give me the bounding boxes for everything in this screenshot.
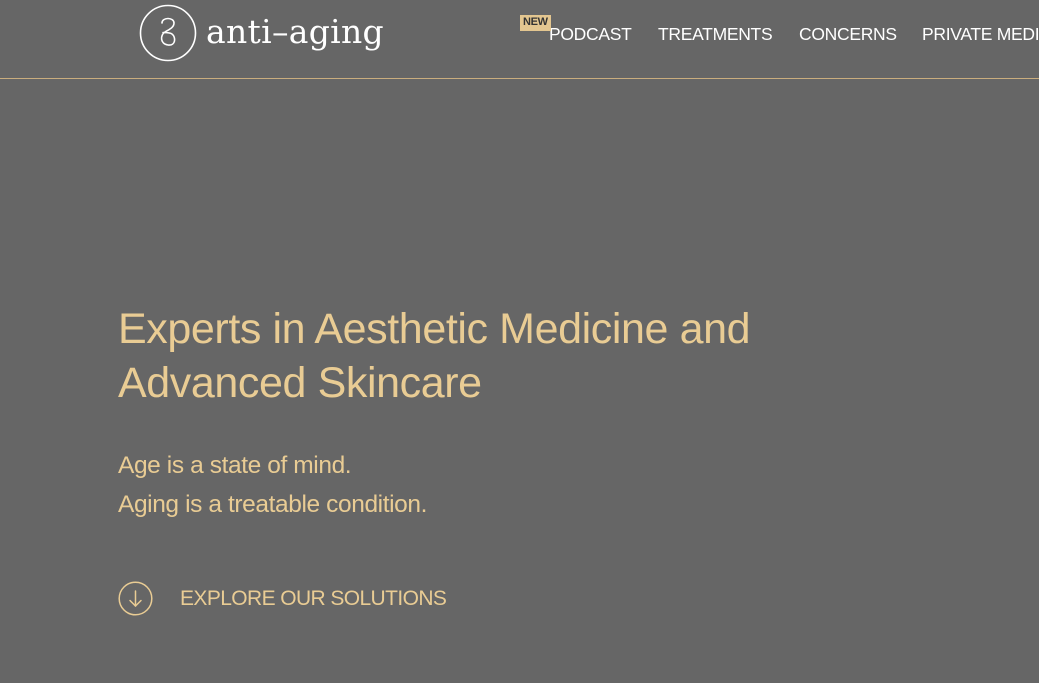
nav-item-podcast[interactable]: PODCAST bbox=[549, 24, 632, 45]
explore-solutions-label: EXPLORE OUR SOLUTIONS bbox=[180, 586, 447, 610]
logo-link[interactable]: anti–aging bbox=[139, 4, 384, 62]
hero-subtitle: Age is a state of mind. Aging is a treat… bbox=[118, 446, 427, 524]
site-header: anti–aging PODCAST TREATMENTS CONCERNS P… bbox=[0, 0, 1039, 79]
hero-subtitle-line: Age is a state of mind. bbox=[118, 452, 352, 479]
nav-item-private-medicine[interactable]: PRIVATE MEDI bbox=[922, 24, 1039, 45]
hero-subtitle-line: Aging is a treatable condition. bbox=[118, 491, 428, 518]
page: anti–aging PODCAST TREATMENTS CONCERNS P… bbox=[0, 0, 1039, 683]
nav-item-concerns[interactable]: CONCERNS bbox=[799, 24, 897, 45]
logo-mark-icon bbox=[139, 4, 197, 62]
logo-text: anti–aging bbox=[206, 11, 384, 51]
nav-item-treatments[interactable]: TREATMENTS bbox=[658, 24, 773, 45]
explore-solutions-button[interactable]: EXPLORE OUR SOLUTIONS bbox=[118, 581, 447, 616]
arrow-down-circle-icon bbox=[118, 581, 153, 616]
hero-title: Experts in Aesthetic Medicine and Advanc… bbox=[118, 305, 751, 407]
new-badge: NEW bbox=[520, 15, 551, 31]
